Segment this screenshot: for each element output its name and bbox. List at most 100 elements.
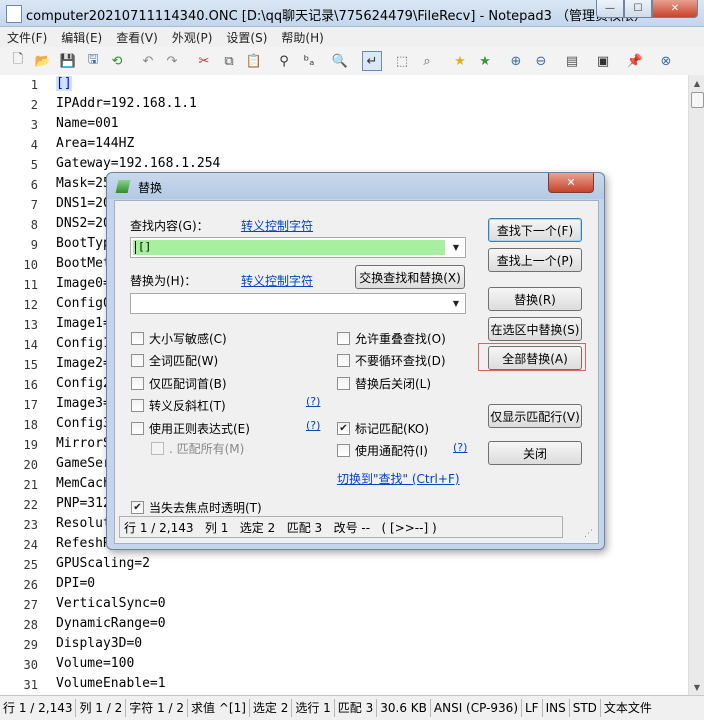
editor-line[interactable]: 3 Name=001 (0, 115, 688, 135)
status-selected-lines[interactable]: 选行 1 (292, 699, 335, 717)
pin-icon[interactable]: 📌 (626, 52, 644, 70)
line-number: 18 (23, 418, 38, 432)
line-number: 23 (23, 518, 38, 532)
editor-line[interactable]: 4 Area=144HZ (0, 135, 688, 155)
menu-help[interactable]: 帮助(H) (274, 29, 330, 46)
menu-file[interactable]: 文件(F) (0, 29, 54, 46)
find-previous-button[interactable]: 查找上一个(P) (488, 248, 582, 272)
goto-icon[interactable]: 🔍 (331, 52, 349, 70)
line-number: 11 (23, 278, 38, 292)
find-escape-link[interactable]: 转义控制字符 (241, 217, 313, 234)
close-button[interactable]: ✕ (652, 0, 698, 18)
find-dropdown-icon[interactable]: ▼ (449, 241, 463, 254)
editor-line[interactable]: 27 VerticalSync=0 (0, 595, 688, 615)
status-eol[interactable]: LF (522, 699, 543, 717)
exit-icon[interactable]: ⊗ (657, 52, 675, 70)
no-wrap-checkbox[interactable]: 不要循环查找(D) (337, 352, 446, 369)
replace-escape-link[interactable]: 转义控制字符 (241, 272, 313, 289)
status-size[interactable]: 30.6 KB (377, 699, 431, 717)
dialog-close-button[interactable]: ✕ (548, 173, 594, 193)
recent-files-icon[interactable]: ⟲ (108, 52, 126, 70)
scroll-down-icon[interactable]: ▼ (689, 679, 704, 695)
editor-line[interactable]: 25 GPUScaling=2 (0, 555, 688, 575)
replace-input[interactable]: ▼ (130, 293, 466, 314)
paste-icon[interactable]: 📋 (245, 52, 263, 70)
escape-help-link[interactable]: (?) (306, 395, 320, 408)
editor-line[interactable]: 29 Display3D=0 (0, 635, 688, 655)
status-std[interactable]: STD (570, 699, 601, 717)
status-lexer[interactable]: 文本文件 (601, 699, 655, 717)
copy-icon[interactable]: ⧉ (220, 52, 238, 70)
select-icon[interactable]: ⬚ (393, 52, 411, 70)
swap-find-replace-button[interactable]: 交换查找和替换(X) (355, 265, 465, 289)
dot-match-all-checkbox[interactable]: . 匹配所有(M) (151, 440, 244, 457)
regex-help-link[interactable]: (?) (306, 419, 320, 432)
status-matches[interactable]: 匹配 3 (335, 699, 378, 717)
favorite-icon[interactable]: ★ (451, 52, 469, 70)
status-selected[interactable]: 选定 2 (250, 699, 293, 717)
switch-to-find-link[interactable]: 切换到"查找" (Ctrl+F) (337, 470, 460, 487)
replace-in-selection-button[interactable]: 在选区中替换(S) (488, 317, 582, 341)
status-eval[interactable]: 求值 ^[1] (188, 699, 250, 717)
match-case-checkbox[interactable]: 大小写敏感(C) (131, 330, 227, 347)
new-file-icon[interactable]: 🗋 (9, 52, 27, 70)
editor-line[interactable]: 2 IPAddr=192.168.1.1 (0, 95, 688, 115)
mark-matches-checkbox[interactable]: ✔ 标记匹配(KO) (337, 420, 429, 437)
terminal-icon[interactable]: ▣ (594, 52, 612, 70)
wildcard-help-link[interactable]: (?) (453, 441, 467, 454)
open-folder-icon[interactable]: 📂 (34, 52, 52, 70)
close-after-replace-checkbox[interactable]: 替换后关闭(L) (337, 375, 431, 392)
scroll-thumb[interactable] (691, 92, 704, 108)
status-encoding[interactable]: ANSI (CP-936) (431, 699, 522, 717)
zoom-find-icon[interactable]: ⌕ (418, 52, 436, 70)
line-text: DNS1=20 (56, 196, 111, 211)
save-icon[interactable]: 💾 (59, 52, 77, 70)
save-all-icon[interactable]: 🖫 (84, 52, 102, 70)
find-input[interactable]: [] ▼ (130, 237, 466, 258)
editor-line[interactable]: 1 [] (0, 75, 688, 95)
editor-line[interactable]: 31 VolumeEnable=1 (0, 675, 688, 695)
vertical-scrollbar[interactable]: ▲ ▼ (688, 75, 704, 695)
cut-icon[interactable]: ✂ (195, 52, 213, 70)
status-line[interactable]: 行 1 / 2,143 (0, 699, 77, 717)
dialog-close-action-button[interactable]: 关闭 (488, 441, 582, 465)
title-bar[interactable]: computer20210711114340.ONC [D:\qq聊天记录\77… (0, 0, 704, 27)
menu-edit[interactable]: 编辑(E) (54, 29, 109, 46)
overlapping-checkbox[interactable]: 允许重叠查找(O) (337, 330, 446, 347)
minimize-button[interactable]: — (596, 0, 624, 18)
zoom-out-icon[interactable]: ⊖ (532, 52, 550, 70)
escape-backslash-checkbox[interactable]: 转义反斜杠(T) (131, 397, 226, 414)
regex-checkbox[interactable]: 使用正则表达式(E) (131, 420, 250, 437)
find-next-button[interactable]: 查找下一个(F) (488, 218, 582, 242)
find-icon[interactable]: ⚲ (275, 52, 293, 70)
word-wrap-icon[interactable]: ↵ (362, 51, 382, 71)
editor-line[interactable]: 30 Volume=100 (0, 655, 688, 675)
resize-grip-icon[interactable]: ⋰ (584, 529, 596, 541)
replace-button[interactable]: 替换(R) (488, 287, 582, 311)
menu-view[interactable]: 查看(V) (109, 29, 165, 46)
scroll-up-icon[interactable]: ▲ (689, 75, 704, 91)
whole-word-checkbox[interactable]: 全词匹配(W) (131, 352, 218, 369)
show-matching-lines-button[interactable]: 仅显示匹配行(V) (488, 404, 582, 428)
maximize-button[interactable]: ☐ (624, 0, 652, 18)
status-column[interactable]: 列 1 / 2 (76, 699, 127, 717)
menu-appearance[interactable]: 外观(P) (165, 29, 220, 46)
zoom-in-icon[interactable]: ⊕ (507, 52, 525, 70)
wildcard-checkbox[interactable]: 使用通配符(I) (337, 442, 428, 459)
scheme-icon[interactable]: ▤ (563, 52, 581, 70)
undo-icon[interactable]: ↶ (139, 52, 157, 70)
replace-all-button[interactable]: 全部替换(A) (488, 346, 582, 370)
editor-line[interactable]: 28 DynamicRange=0 (0, 615, 688, 635)
replace-dropdown-icon[interactable]: ▼ (449, 297, 463, 310)
editor-line[interactable]: 26 DPI=0 (0, 575, 688, 595)
replace-icon[interactable]: ᵇₐ (300, 52, 318, 70)
dot-match-all-label: . 匹配所有(M) (169, 442, 245, 456)
status-ins[interactable]: INS (543, 699, 570, 717)
add-favorite-icon[interactable]: ★ (476, 52, 494, 70)
redo-icon[interactable]: ↷ (163, 52, 181, 70)
replace-dialog-title-bar[interactable]: 替换 ✕ (107, 173, 604, 199)
transparent-on-blur-checkbox[interactable]: ✔ 当失去焦点时透明(T) (131, 499, 262, 516)
menu-settings[interactable]: 设置(S) (219, 29, 274, 46)
word-start-checkbox[interactable]: 仅匹配词首(B) (131, 375, 227, 392)
status-char[interactable]: 字符 1 / 2 (126, 699, 189, 717)
